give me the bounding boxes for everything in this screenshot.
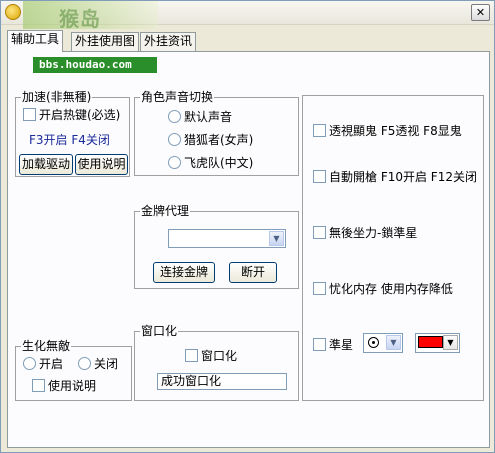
voice-group: 角色声音切换 默认声音 猎狐者(女声) 飞虎队(中文) [134, 89, 299, 176]
invincible-group: 生化無敵 开启 关闭 使用说明 [15, 338, 132, 401]
crosshair-checkbox[interactable]: 準星 [313, 336, 353, 353]
auto-fire-label: 自動開槍 F10开启 F12关闭 [329, 170, 477, 184]
tab-assist-tools[interactable]: 辅助工具 [7, 30, 64, 52]
invincible-usage-label: 使用说明 [48, 379, 97, 393]
radio-circle [168, 156, 181, 169]
checkbox-box [23, 108, 36, 121]
load-driver-button[interactable]: 加载驱动 [19, 154, 73, 175]
checkbox-box [185, 349, 198, 362]
windowed-checkbox[interactable]: 窗口化 [185, 347, 237, 364]
usage-button[interactable]: 使用说明 [75, 154, 128, 175]
crosshair-color-combo[interactable]: ▼ [415, 333, 460, 353]
windowed-checkbox-label: 窗口化 [201, 349, 238, 363]
gold-proxy-combo[interactable]: ▼ [168, 229, 286, 248]
invincible-on-radio[interactable]: 开启 [23, 355, 63, 372]
connect-gold-button[interactable]: 连接金牌 [153, 262, 215, 283]
mem-optimize-label: 忧化内存 使用内存降低 [329, 282, 453, 296]
invincible-off-radio[interactable]: 关闭 [78, 355, 118, 372]
voice-option-label: 飞虎队(中文) [184, 156, 254, 170]
no-recoil-label: 無後坐力-鎖準星 [329, 226, 418, 240]
close-button[interactable]: ✕ [471, 4, 490, 21]
crosshair-style-combo[interactable]: ▼ [363, 333, 403, 353]
windowed-status-field[interactable]: 成功窗口化 [157, 373, 287, 390]
disconnect-button[interactable]: 断开 [229, 262, 277, 283]
hotkey-checkbox-label: 开启热键(必选) [39, 108, 121, 122]
radio-circle [78, 357, 91, 370]
checkbox-box [313, 226, 326, 239]
voice-option-female[interactable]: 猎狐者(女声) [168, 131, 253, 148]
checkbox-box [32, 379, 45, 392]
auto-fire-checkbox[interactable]: 自動開槍 F10开启 F12关闭 [313, 168, 477, 185]
watermark-text: 猴岛 [59, 7, 101, 31]
invincible-on-label: 开启 [39, 357, 64, 371]
invincible-off-label: 关闭 [94, 357, 119, 371]
checkbox-box [313, 338, 326, 351]
no-recoil-checkbox[interactable]: 無後坐力-鎖準星 [313, 224, 417, 241]
gold-proxy-group: 金牌代理 ▼ 连接金牌 断开 [134, 203, 299, 289]
voice-option-label: 猎狐者(女声) [184, 133, 254, 147]
radio-circle [168, 110, 181, 123]
chevron-down-icon[interactable]: ▼ [386, 335, 401, 350]
hotkey-checkbox[interactable]: 开启热键(必选) [23, 106, 120, 123]
checkbox-box [313, 282, 326, 295]
invincible-usage-checkbox[interactable]: 使用说明 [32, 377, 96, 394]
voice-option-default[interactable]: 默认声音 [168, 108, 232, 125]
checkbox-box [313, 170, 326, 183]
windowed-group: 窗口化 窗口化 成功窗口化 [134, 323, 299, 401]
invincible-group-title: 生化無敵 [21, 338, 72, 354]
main-window: 猴岛 ✕ 辅助工具 外挂使用图 外挂资讯 加速(非無種) 开启热键(必选) F3… [0, 0, 495, 453]
app-logo-icon [5, 4, 21, 20]
title-bar: 猴岛 ✕ [1, 1, 494, 31]
chevron-down-icon[interactable]: ▼ [269, 231, 284, 246]
xray-checkbox[interactable]: 透視顯鬼 F5透视 F8显鬼 [313, 122, 462, 139]
voice-group-title: 角色声音切换 [140, 89, 215, 105]
hotkeys-info: F3开启 F4关闭 [29, 133, 110, 147]
tab-panel: 加速(非無種) 开启热键(必选) F3开启 F4关闭 加载驱动 使用说明 角色声… [7, 51, 490, 448]
gold-proxy-group-title: 金牌代理 [140, 203, 191, 219]
tab-usage-images[interactable]: 外挂使用图 [71, 32, 140, 51]
mem-optimize-checkbox[interactable]: 忧化内存 使用内存降低 [313, 280, 453, 297]
crosshair-label: 準星 [329, 338, 354, 352]
chevron-down-icon[interactable]: ▼ [443, 335, 458, 350]
windowed-group-title: 窗口化 [140, 323, 179, 339]
checkbox-box [313, 124, 326, 137]
voice-option-label: 默认声音 [184, 110, 233, 124]
xray-label: 透視顯鬼 F5透视 F8显鬼 [329, 124, 462, 138]
crosshair-dot-icon [368, 337, 379, 348]
cheat-options-panel: 透視顯鬼 F5透视 F8显鬼 自動開槍 F10开启 F12关闭 無後坐力-鎖準星… [302, 95, 484, 401]
radio-circle [168, 133, 181, 146]
speed-group: 加速(非無種) 开启热键(必选) F3开启 F4关闭 加载驱动 使用说明 [15, 89, 130, 177]
radio-circle [23, 357, 36, 370]
watermark-url: bbs.houdao.com [33, 57, 157, 73]
speed-group-title: 加速(非無種) [21, 89, 93, 105]
tab-news[interactable]: 外挂资讯 [140, 32, 197, 51]
voice-option-chinese[interactable]: 飞虎队(中文) [168, 154, 253, 171]
color-swatch [418, 336, 443, 348]
